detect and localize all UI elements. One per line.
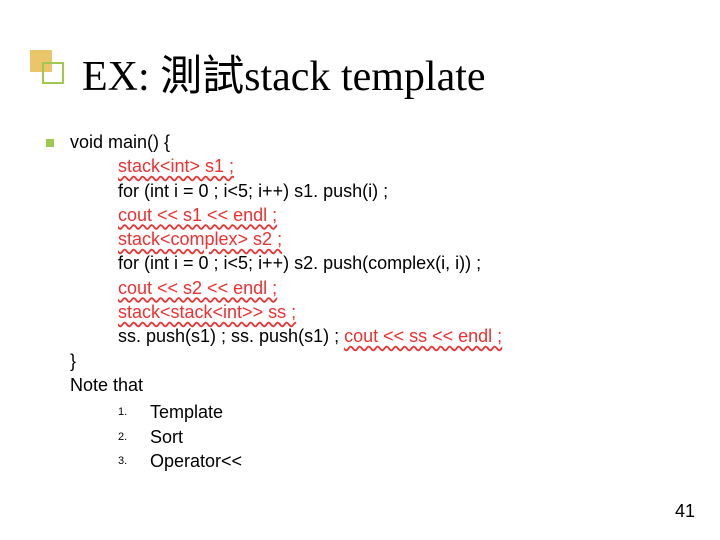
title-region: EX: 測試stack template <box>30 50 690 106</box>
code-line-5: stack<complex> s2 ; <box>118 229 282 249</box>
code-line-10: } <box>70 349 680 373</box>
note-item-2: Sort <box>118 425 680 449</box>
code-line-7: cout << s2 << endl ; <box>118 278 277 298</box>
body-text: void main() { stack<int> s1 ; for (int i… <box>70 130 680 473</box>
code-line-1: void main() { <box>70 130 680 154</box>
page-number: 41 <box>675 501 695 522</box>
slide-title: EX: 測試stack template <box>82 42 486 103</box>
code-line-2: stack<int> s1 ; <box>118 156 234 176</box>
code-line-9a: ss. push(s1) ; ss. push(s1) ; <box>118 326 344 346</box>
title-bullet-icon <box>30 50 74 94</box>
slide: EX: 測試stack template void main() { stack… <box>0 0 720 540</box>
code-line-3: for (int i = 0 ; i<5; i++) s1. push(i) ; <box>70 179 680 203</box>
note-item-1: Template <box>118 400 680 424</box>
note-heading: Note that <box>70 373 680 397</box>
code-line-6: for (int i = 0 ; i<5; i++) s2. push(comp… <box>70 251 680 275</box>
code-line-8: stack<stack<int>> ss ; <box>118 302 296 322</box>
note-list: Template Sort Operator<< <box>118 400 680 473</box>
note-item-3: Operator<< <box>118 449 680 473</box>
code-line-4: cout << s1 << endl ; <box>118 205 277 225</box>
code-line-9b: cout << ss << endl ; <box>344 326 502 346</box>
body-bullet-icon <box>46 139 54 147</box>
